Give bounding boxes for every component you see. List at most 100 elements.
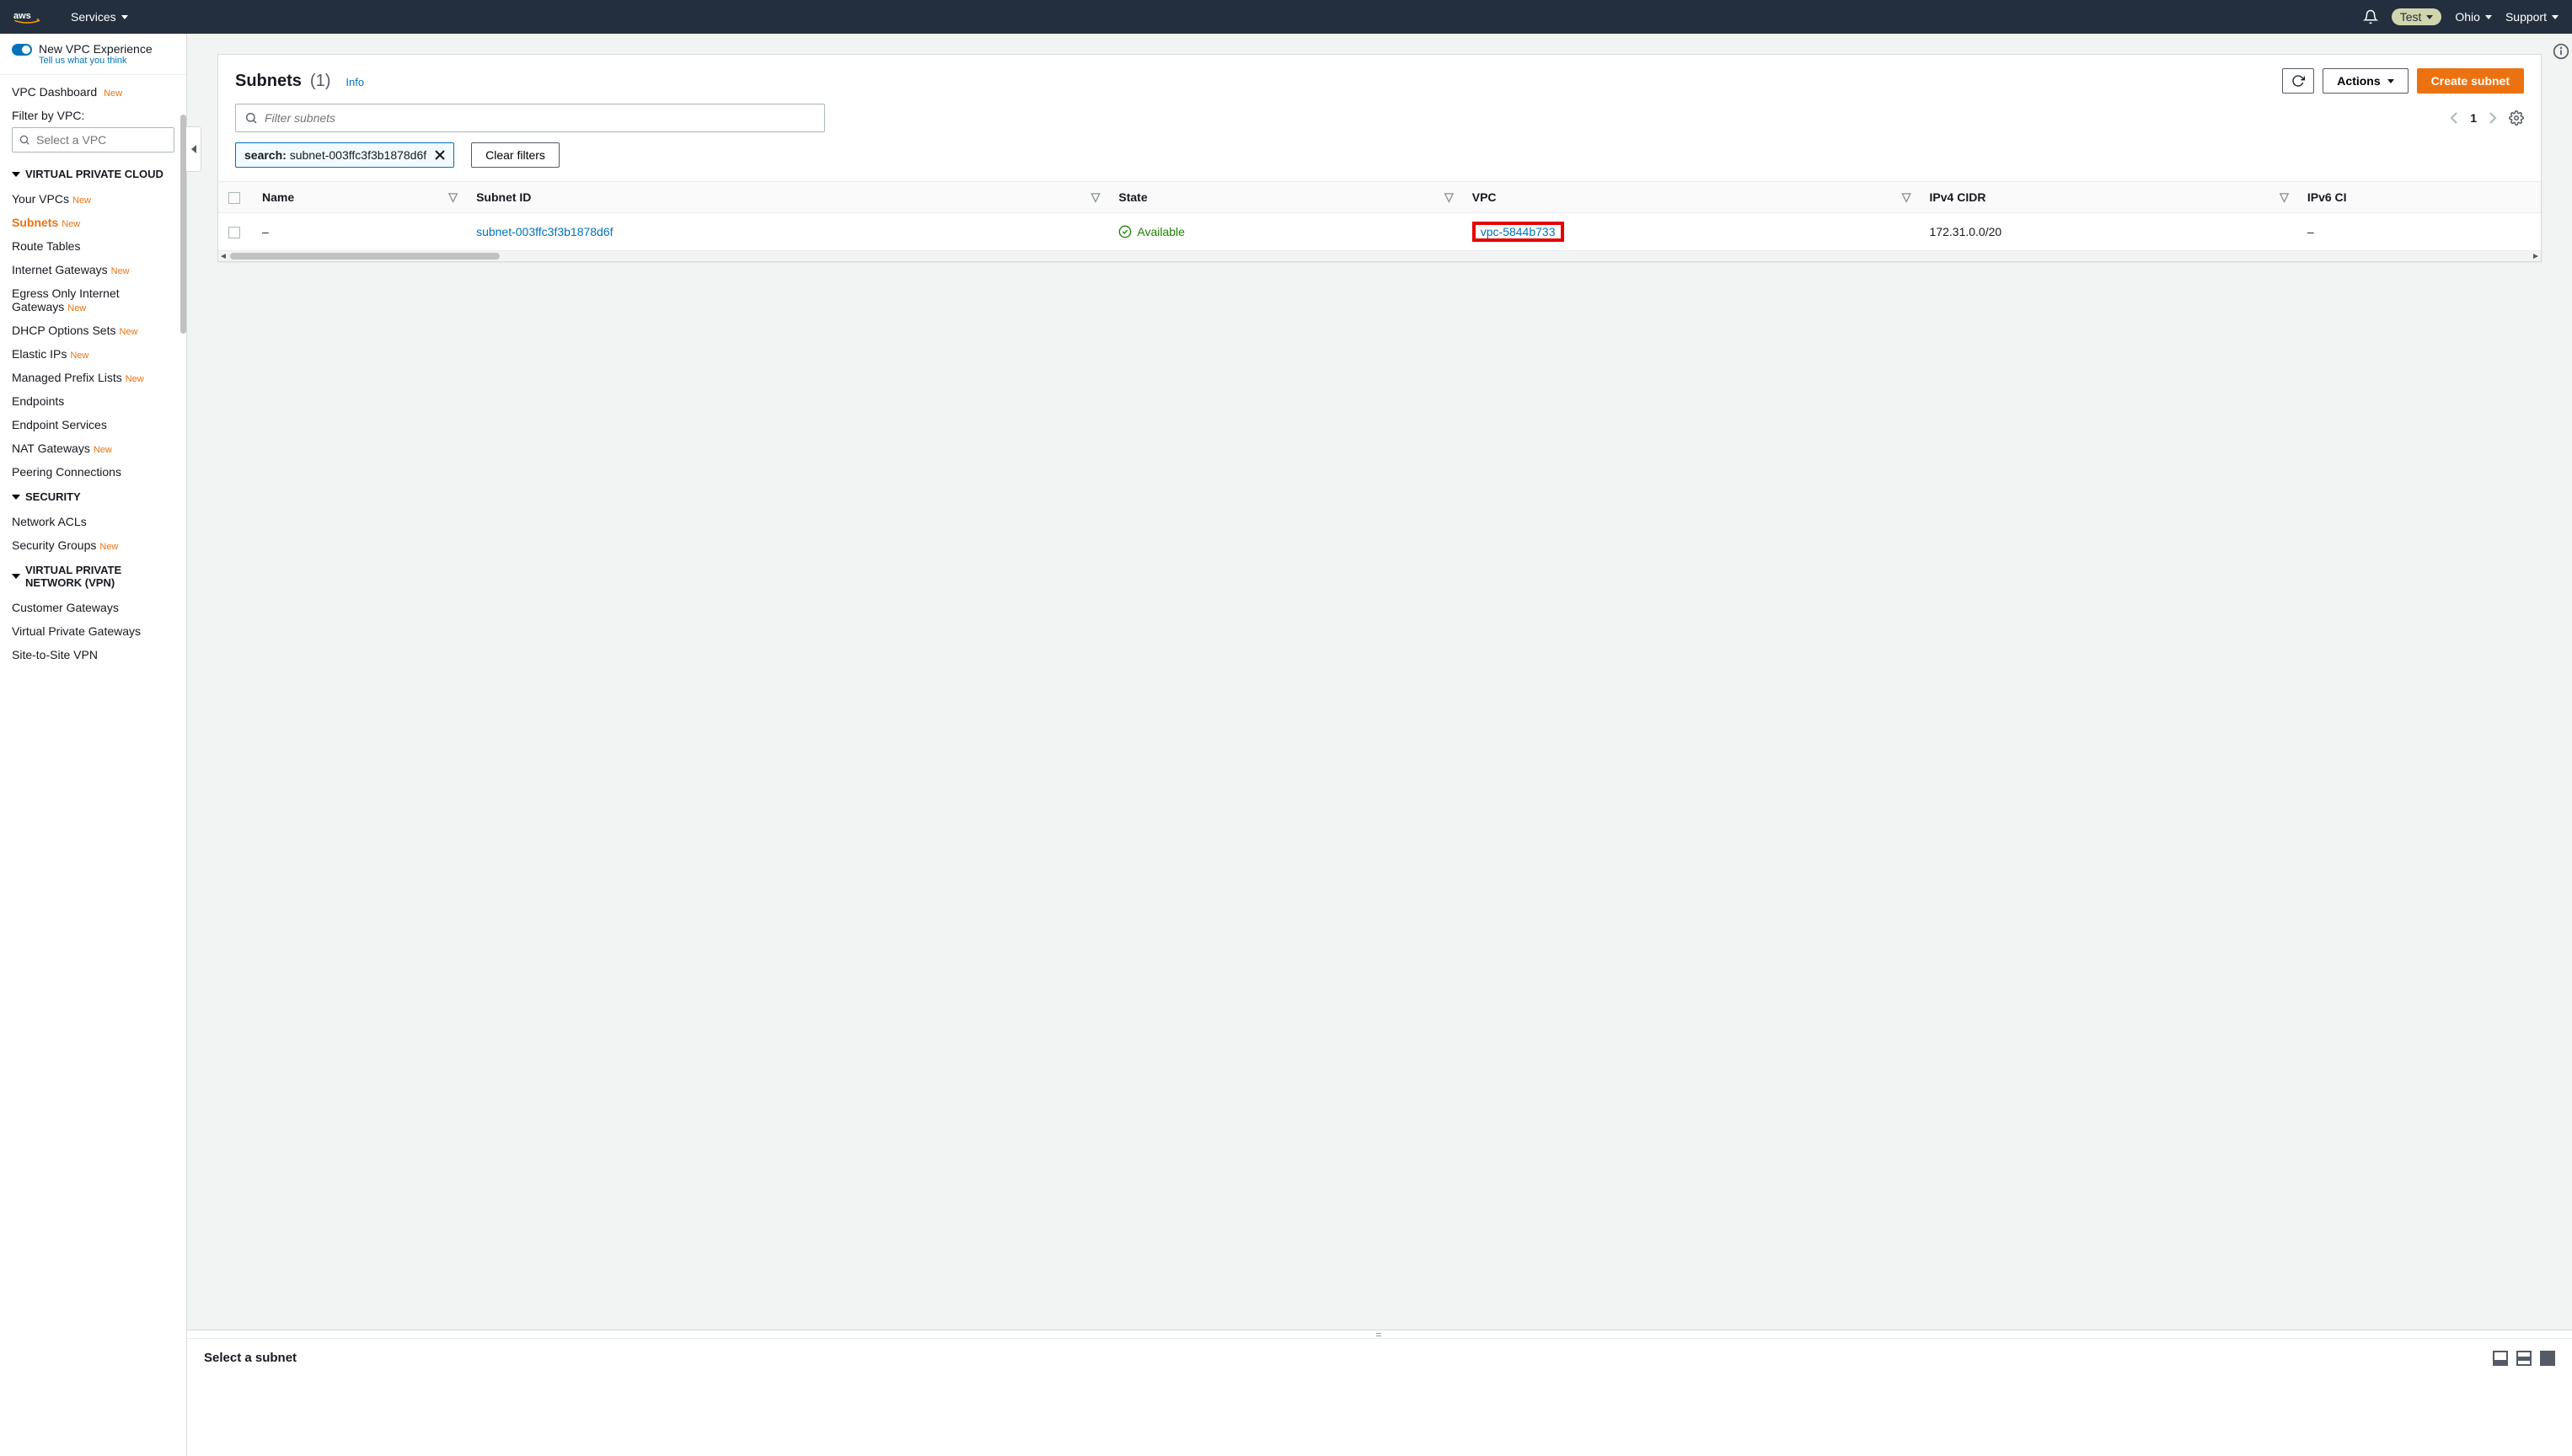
sidebar-item-peering-connections[interactable]: Peering Connections xyxy=(0,460,186,484)
page-count: (1) xyxy=(310,72,330,91)
sidebar-item-security-groups[interactable]: Security GroupsNew xyxy=(0,533,186,557)
view-full-icon[interactable] xyxy=(2540,1351,2555,1366)
page-number: 1 xyxy=(2470,111,2477,125)
table-row[interactable]: – subnet-003ffc3f3b1878d6f Available vpc… xyxy=(218,213,2541,251)
col-ipv6[interactable]: IPv6 CI xyxy=(2297,182,2541,213)
sidebar-section-vpn[interactable]: VIRTUAL PRIVATE NETWORK (VPN) xyxy=(0,557,186,596)
sort-icon: ▽ xyxy=(1091,190,1101,205)
sidebar-section-vpc[interactable]: VIRTUAL PRIVATE CLOUD xyxy=(0,161,186,187)
view-bottom-icon[interactable] xyxy=(2493,1351,2508,1366)
sidebar-item-virtual-private-gateways[interactable]: Virtual Private Gateways xyxy=(0,619,186,643)
filter-chip: search: subnet-003ffc3f3b1878d6f xyxy=(235,142,454,168)
sidebar-scrollbar[interactable] xyxy=(180,115,186,334)
support-menu[interactable]: Support xyxy=(2505,10,2559,24)
settings-icon[interactable] xyxy=(2509,110,2524,126)
scroll-thumb[interactable] xyxy=(230,253,500,260)
sort-icon: ▽ xyxy=(2280,190,2289,205)
filter-input[interactable] xyxy=(265,111,816,125)
region-menu[interactable]: Ohio xyxy=(2455,10,2492,24)
filter-search-box[interactable] xyxy=(235,104,825,132)
info-panel-toggle[interactable] xyxy=(2550,40,2572,62)
account-menu[interactable]: Test xyxy=(2392,8,2442,25)
create-subnet-button[interactable]: Create subnet xyxy=(2417,68,2524,94)
subnets-panel: Subnets (1) Info Actions Create xyxy=(217,54,2542,262)
experience-feedback-link[interactable]: Tell us what you think xyxy=(39,56,153,66)
cell-ipv6: – xyxy=(2297,213,2541,251)
filter-by-vpc-label: Filter by VPC: xyxy=(0,104,186,127)
region-label: Ohio xyxy=(2455,10,2480,24)
sidebar-item-dhcp-options[interactable]: DHCP Options SetsNew xyxy=(0,318,186,342)
view-split-icon[interactable] xyxy=(2516,1351,2532,1366)
sidebar-item-endpoint-services[interactable]: Endpoint Services xyxy=(0,413,186,436)
caret-down-icon xyxy=(2552,15,2559,19)
sidebar-vpc-dashboard[interactable]: VPC Dashboard New xyxy=(0,75,186,104)
details-title: Select a subnet xyxy=(204,1351,297,1365)
subnet-id-link[interactable]: subnet-003ffc3f3b1878d6f xyxy=(476,225,613,238)
sidebar-item-route-tables[interactable]: Route Tables xyxy=(0,234,186,258)
filter-vpc-input[interactable] xyxy=(12,127,174,153)
highlight-box: vpc-5844b733 xyxy=(1472,222,1564,242)
new-experience-toggle[interactable] xyxy=(12,44,32,56)
sidebar-item-nat-gateways[interactable]: NAT GatewaysNew xyxy=(0,436,186,460)
caret-down-icon xyxy=(2387,79,2394,83)
sidebar-item-customer-gateways[interactable]: Customer Gateways xyxy=(0,596,186,619)
svg-text:aws: aws xyxy=(13,11,31,21)
clear-filters-button[interactable]: Clear filters xyxy=(471,142,560,168)
experience-label: New VPC Experience xyxy=(39,42,153,56)
status-badge: Available xyxy=(1118,225,1451,238)
page-prev[interactable] xyxy=(2450,111,2458,125)
col-state[interactable]: State▽ xyxy=(1108,182,1461,213)
vpc-link[interactable]: vpc-5844b733 xyxy=(1481,225,1556,238)
main-content: Subnets (1) Info Actions Create xyxy=(187,34,2572,1456)
info-link[interactable]: Info xyxy=(346,76,364,88)
sidebar-item-network-acls[interactable]: Network ACLs xyxy=(0,510,186,533)
experience-toggle-row: New VPC Experience Tell us what you thin… xyxy=(0,34,186,75)
sidebar-item-your-vpcs[interactable]: Your VPCsNew xyxy=(0,187,186,211)
sidebar-item-subnets[interactable]: SubnetsNew xyxy=(0,211,186,234)
horizontal-scrollbar[interactable]: ◄ ► xyxy=(218,251,2541,261)
sidebar-item-elastic-ips[interactable]: Elastic IPsNew xyxy=(0,342,186,366)
cell-ipv4: 172.31.0.0/20 xyxy=(1920,213,2297,251)
col-ipv4[interactable]: IPv4 CIDR▽ xyxy=(1920,182,2297,213)
caret-down-icon xyxy=(2426,15,2433,19)
sidebar-item-endpoints[interactable]: Endpoints xyxy=(0,389,186,413)
actions-button[interactable]: Actions xyxy=(2323,68,2408,94)
search-icon xyxy=(244,111,258,125)
sidebar-item-egress-gateways[interactable]: Egress Only Internet GatewaysNew xyxy=(0,281,186,318)
scroll-left-icon[interactable]: ◄ xyxy=(218,252,228,261)
caret-down-icon xyxy=(121,15,128,19)
split-handle[interactable] xyxy=(187,1330,2572,1338)
sort-icon: ▽ xyxy=(1444,190,1454,205)
sort-icon: ▽ xyxy=(448,190,458,205)
sidebar-item-internet-gateways[interactable]: Internet GatewaysNew xyxy=(0,258,186,281)
services-label: Services xyxy=(71,10,116,24)
cell-name: – xyxy=(252,213,466,251)
page-title: Subnets xyxy=(235,72,302,91)
caret-down-icon xyxy=(12,172,20,177)
sidebar-section-security[interactable]: SECURITY xyxy=(0,484,186,510)
chip-remove-icon[interactable] xyxy=(435,150,445,160)
caret-down-icon xyxy=(12,495,20,500)
services-menu[interactable]: Services xyxy=(71,10,128,24)
aws-logo[interactable]: aws xyxy=(13,9,51,24)
page-next[interactable] xyxy=(2489,111,2497,125)
refresh-button[interactable] xyxy=(2282,68,2314,94)
top-nav: aws Services Test Ohio Support xyxy=(0,0,2572,34)
notifications-icon[interactable] xyxy=(2363,9,2378,24)
caret-down-icon xyxy=(2485,15,2492,19)
details-pane: Select a subnet xyxy=(187,1338,2572,1456)
row-checkbox[interactable] xyxy=(228,227,240,238)
subnets-table: Name▽ Subnet ID▽ State▽ VPC▽ IPv4 CIDR▽ … xyxy=(218,181,2541,251)
search-icon xyxy=(19,134,30,146)
select-all-checkbox[interactable] xyxy=(228,192,240,204)
col-subnet-id[interactable]: Subnet ID▽ xyxy=(466,182,1108,213)
support-label: Support xyxy=(2505,10,2547,24)
sidebar-item-site-to-site-vpn[interactable]: Site-to-Site VPN xyxy=(0,643,186,666)
account-label: Test xyxy=(2400,10,2422,24)
col-name[interactable]: Name▽ xyxy=(252,182,466,213)
sidebar-item-managed-prefix-lists[interactable]: Managed Prefix ListsNew xyxy=(0,366,186,389)
scroll-right-icon[interactable]: ► xyxy=(2531,252,2541,261)
sort-icon: ▽ xyxy=(1902,190,1911,205)
caret-down-icon xyxy=(12,574,20,579)
col-vpc[interactable]: VPC▽ xyxy=(1462,182,1920,213)
